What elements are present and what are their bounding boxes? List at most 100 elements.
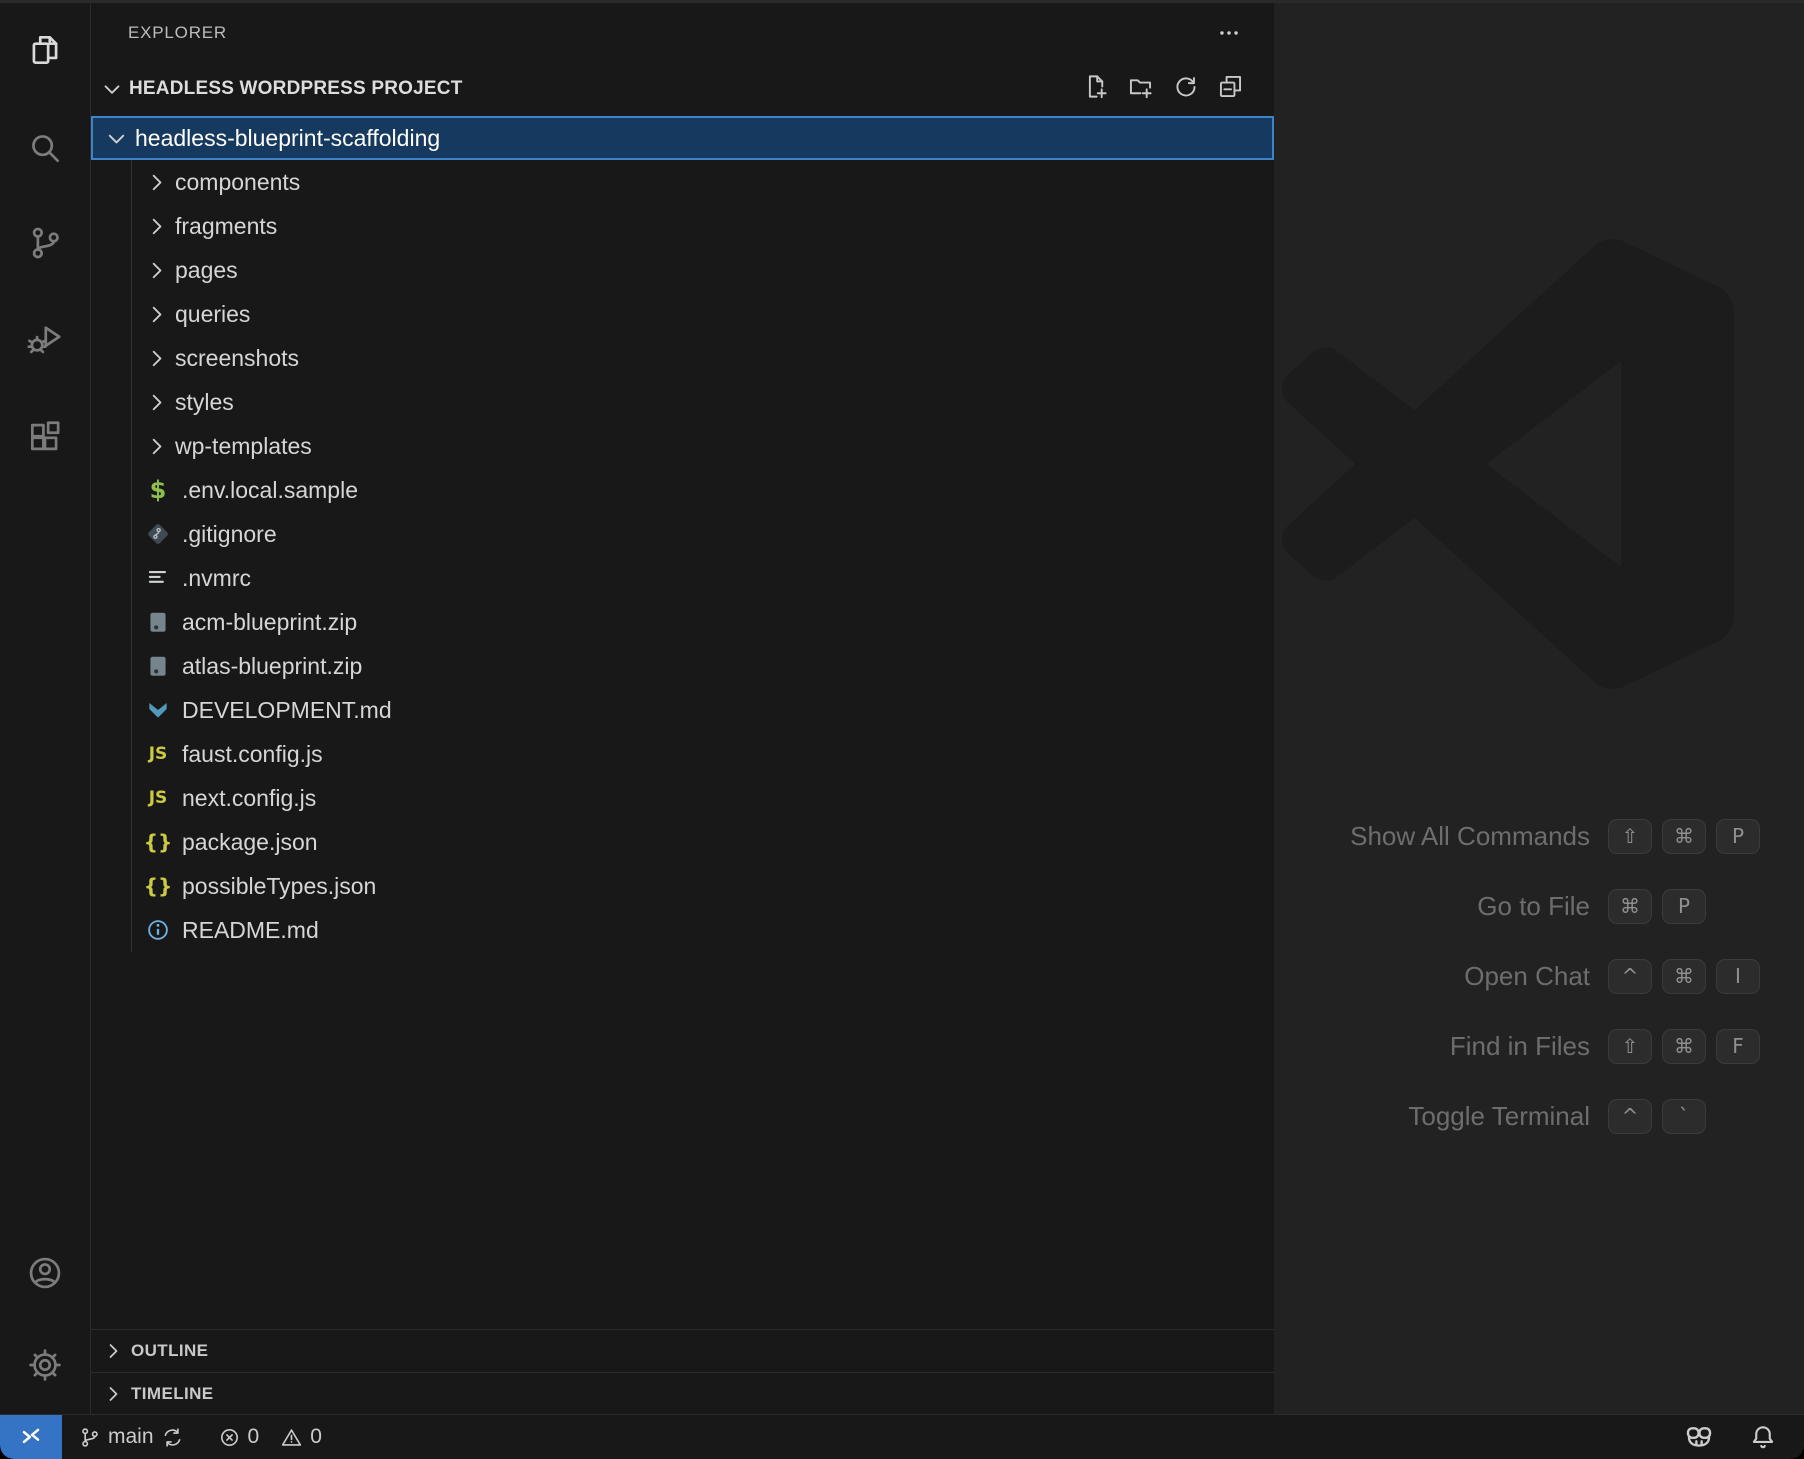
- tree-item-file[interactable]: JS next.config.js: [91, 776, 1274, 820]
- info-icon: [143, 915, 173, 945]
- tree-item-file[interactable]: {}possibleTypes.json: [91, 864, 1274, 908]
- shortcut-keys: ^`: [1608, 1099, 1760, 1134]
- activity-bar-item-source-control[interactable]: [13, 213, 77, 277]
- tree-item-label: faust.config.js: [182, 732, 323, 776]
- zip-icon: [143, 607, 173, 637]
- explorer-toolbar: [1081, 66, 1244, 112]
- shortcut-label: Find in Files: [1350, 1031, 1590, 1062]
- chevron-right-icon: [143, 213, 170, 240]
- keycap: ⌘: [1608, 889, 1652, 924]
- shortcut-keys: ⇧⌘F: [1608, 1029, 1760, 1064]
- tree-item-label: package.json: [182, 820, 318, 864]
- shortcut-keys: ⇧⌘P: [1608, 819, 1760, 854]
- chevron-right-icon: [143, 257, 170, 284]
- tree-item-file[interactable]: .gitignore: [91, 512, 1274, 556]
- new-folder-button[interactable]: [1126, 75, 1154, 103]
- source-control-icon: [26, 224, 64, 267]
- activity-bar-item-settings-gear[interactable]: [13, 1335, 77, 1399]
- tree-item-folder[interactable]: screenshots: [91, 336, 1274, 380]
- tree-item-label: atlas-blueprint.zip: [182, 644, 362, 688]
- keycap: ⇧: [1608, 1029, 1652, 1064]
- tree-item-file[interactable]: {} package.json: [91, 820, 1274, 864]
- status-item-bell[interactable]: [1748, 1422, 1778, 1452]
- collapse-all-button[interactable]: [1216, 75, 1244, 103]
- chevron-right-icon: [143, 389, 170, 416]
- account-icon: [26, 1254, 64, 1297]
- shortcut-label: Open Chat: [1350, 961, 1590, 992]
- js-icon: JS: [143, 739, 173, 769]
- tree-item-folder[interactable]: queries: [91, 292, 1274, 336]
- tree-item-file[interactable]: acm-blueprint.zip: [91, 600, 1274, 644]
- new-folder-icon: [1127, 73, 1154, 105]
- status-bar-right: [1684, 1422, 1778, 1452]
- tree-item-label: headless-blueprint-scaffolding: [135, 116, 440, 160]
- new-file-button[interactable]: [1081, 75, 1109, 103]
- json-icon: {}: [143, 871, 173, 901]
- activity-bar-item-extensions[interactable]: [13, 407, 77, 471]
- tree-item-label: components: [175, 160, 300, 204]
- tree-item-file[interactable]: JS faust.config.js: [91, 732, 1274, 776]
- tree-item-label: styles: [175, 380, 234, 424]
- tree-item-label: queries: [175, 292, 250, 336]
- refresh-icon: [1172, 73, 1199, 105]
- warning-icon: [280, 1426, 303, 1449]
- explorer-more-actions-button[interactable]: [1210, 16, 1248, 50]
- tree-item-folder[interactable]: fragments: [91, 204, 1274, 248]
- panel-header-outline[interactable]: OUTLINE: [91, 1329, 1274, 1372]
- chevron-down-icon: [103, 125, 130, 152]
- activity-bar-item-run-debug[interactable]: [13, 308, 77, 372]
- panel-header-timeline[interactable]: TIMELINE: [91, 1372, 1274, 1415]
- keycap: P: [1662, 889, 1706, 924]
- tree-item-file[interactable]: atlas-blueprint.zip: [91, 644, 1274, 688]
- json-icon: {}: [143, 827, 173, 857]
- keycap: I: [1716, 959, 1760, 994]
- branch-name: main: [108, 1425, 154, 1449]
- run-debug-icon: [26, 319, 64, 362]
- tree-item-folder[interactable]: wp-templates: [91, 424, 1274, 468]
- chevron-right-icon: [143, 433, 170, 460]
- window-top-edge: [0, 0, 1804, 3]
- list-icon: [143, 563, 173, 593]
- activity-bar: [0, 0, 91, 1415]
- keycap: F: [1716, 1029, 1760, 1064]
- tree-item-label: DEVELOPMENT.md: [182, 688, 392, 732]
- activity-bar-item-search[interactable]: [13, 118, 77, 182]
- tree-item-file[interactable]: $.env.local.sample: [91, 468, 1274, 512]
- tree-item-label: next.config.js: [182, 776, 316, 820]
- collapse-all-icon: [1217, 73, 1244, 105]
- tree-item-label: README.md: [182, 908, 319, 952]
- tree-item-folder[interactable]: styles: [91, 380, 1274, 424]
- branch-status-item[interactable]: main: [78, 1425, 184, 1449]
- keycap: `: [1662, 1099, 1706, 1134]
- warning-count: 0: [310, 1425, 322, 1449]
- tree-item-folder[interactable]: headless-blueprint-scaffolding: [91, 116, 1274, 160]
- settings-gear-icon: [26, 1346, 64, 1389]
- activity-bar-item-files[interactable]: [13, 20, 77, 84]
- tree-item-label: acm-blueprint.zip: [182, 600, 357, 644]
- tree-item-folder[interactable]: components: [91, 160, 1274, 204]
- refresh-button[interactable]: [1171, 75, 1199, 103]
- tree-item-file[interactable]: README.md: [91, 908, 1274, 952]
- tree-item-file[interactable]: DEVELOPMENT.md: [91, 688, 1274, 732]
- problems-status-item[interactable]: 0 0: [218, 1425, 322, 1449]
- extensions-icon: [26, 418, 64, 461]
- chevron-down-icon: [99, 76, 125, 102]
- js-icon: JS: [143, 783, 173, 813]
- shortcut-label: Go to File: [1350, 891, 1590, 922]
- workspace-section-label: HEADLESS WORDPRESS PROJECT: [129, 78, 463, 100]
- workspace-section-header[interactable]: HEADLESS WORDPRESS PROJECT: [91, 66, 1274, 112]
- remote-indicator[interactable]: [0, 1415, 62, 1459]
- git-branch-icon: [78, 1426, 101, 1449]
- env-icon: $: [143, 475, 173, 505]
- activity-bar-item-account[interactable]: [13, 1243, 77, 1307]
- search-icon: [26, 129, 64, 172]
- markdown-arrow-icon: [143, 695, 173, 725]
- tree-item-label: .nvmrc: [182, 556, 251, 600]
- tree-item-file[interactable]: .nvmrc: [91, 556, 1274, 600]
- chevron-right-icon: [143, 169, 170, 196]
- shortcut-label: Toggle Terminal: [1350, 1101, 1590, 1132]
- status-item-copilot[interactable]: [1684, 1422, 1714, 1452]
- chevron-right-icon: [143, 301, 170, 328]
- tree-item-folder[interactable]: pages: [91, 248, 1274, 292]
- keycap: ⇧: [1608, 819, 1652, 854]
